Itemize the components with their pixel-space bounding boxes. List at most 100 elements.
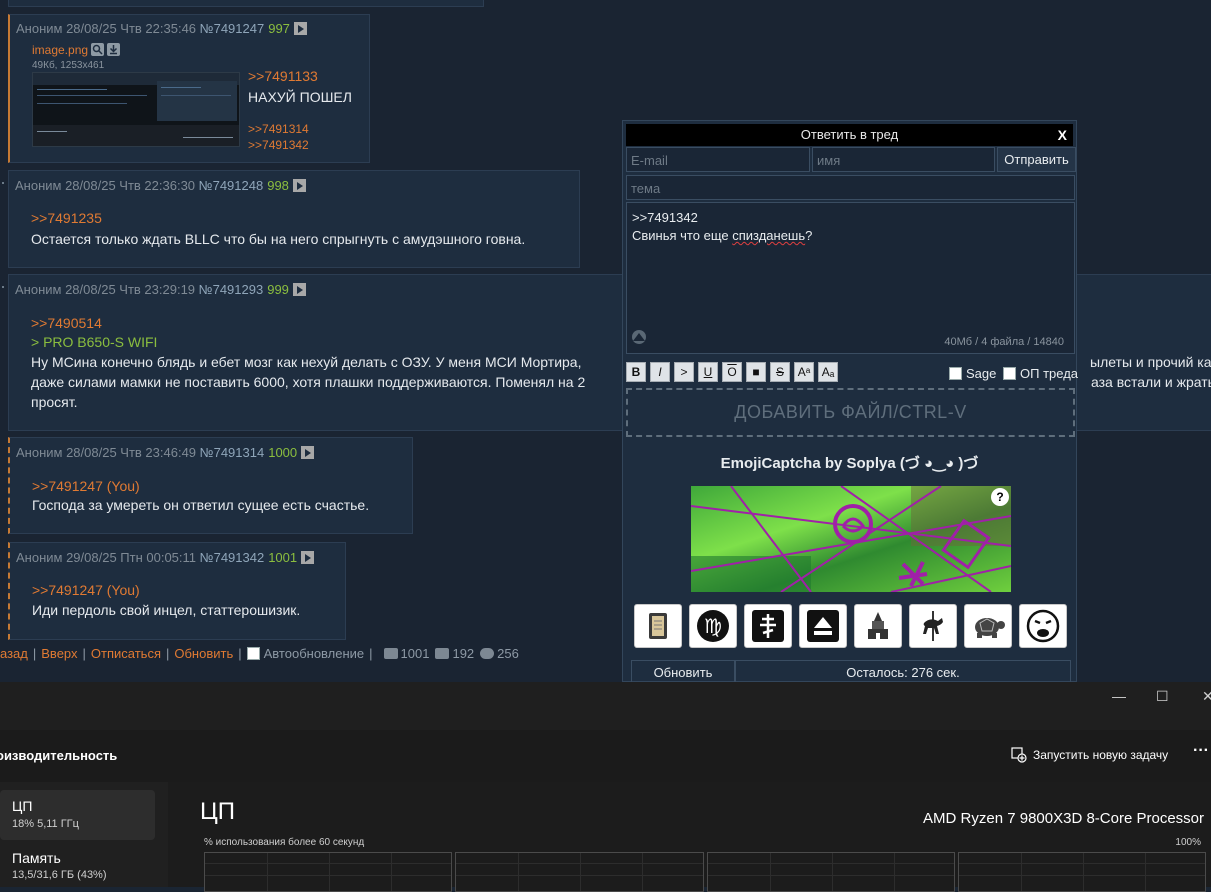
sidebar-item-memory[interactable]: Память 13,5/31,6 ГБ (43%) — [0, 844, 155, 889]
reply-link[interactable]: >>7490514 — [31, 315, 102, 331]
file-dropzone[interactable]: ДОБАВИТЬ ФАЙЛ/CTRL-V — [626, 388, 1075, 437]
post-count: 1001 — [268, 550, 298, 565]
captcha-title: EmojiCaptcha by Soplya (づ ◕‿◕ )づ — [720, 455, 979, 472]
post-number[interactable]: №7491314 — [200, 445, 265, 460]
reply-link[interactable]: >>7491235 — [31, 210, 102, 226]
post-author-date: Аноним 28/08/25 Чтв 23:46:49 — [16, 445, 197, 460]
post-number[interactable]: №7491293 — [199, 282, 264, 297]
post-author-date: Аноним 28/08/25 Чтв 22:36:30 — [15, 178, 196, 193]
cpu-core-graph — [204, 852, 452, 892]
svg-text:♍: ♍ — [704, 614, 722, 638]
bold-button[interactable]: B — [626, 362, 646, 382]
close-window-button[interactable]: ✕ — [1202, 688, 1211, 705]
title-bar[interactable]: — ☐ ✕ — [0, 682, 1211, 730]
refresh-link[interactable]: Обновить — [174, 646, 233, 661]
virgo-icon[interactable]: ♍ — [689, 604, 737, 648]
captcha-refresh-button[interactable]: Обновить — [631, 660, 735, 684]
users-icon — [480, 648, 495, 659]
post-7491314: Аноним 28/08/25 Чтв 23:46:49 №7491314 100… — [8, 437, 413, 534]
utilization-max: 100% — [1175, 837, 1201, 848]
reply-link[interactable]: >>7491133 — [248, 68, 318, 84]
sidebar-item-label: Память — [12, 850, 61, 866]
subscript-button[interactable]: Aₐ — [818, 362, 838, 382]
post-count: 998 — [267, 178, 289, 193]
message-textarea[interactable]: >>7491342 Свинья что еще спизданешь? 40М… — [626, 202, 1075, 354]
post-author-date: Аноним 28/08/25 Чтв 22:35:46 — [16, 21, 197, 36]
email-field[interactable]: E-mail — [626, 147, 810, 172]
new-task-icon[interactable] — [1011, 747, 1027, 768]
turtle-icon[interactable] — [964, 604, 1012, 648]
reply-link[interactable]: >>7491247 (You) — [32, 478, 140, 494]
post-number[interactable]: №7491342 — [200, 550, 265, 565]
download-icon[interactable] — [107, 43, 121, 56]
play-icon[interactable] — [301, 446, 315, 459]
superscript-button[interactable]: Aᵃ — [794, 362, 814, 382]
file-name-link[interactable]: image.png — [32, 43, 88, 57]
sage-spoiler-icon[interactable] — [630, 329, 648, 350]
post-count: 999 — [267, 282, 289, 297]
autorefresh-checkbox[interactable] — [246, 647, 260, 660]
image-thumbnail[interactable] — [32, 72, 240, 147]
file-info: image.png — [32, 41, 121, 59]
op-option[interactable]: ОП треда — [1003, 366, 1078, 381]
sidebar-item-stats: 13,5/31,6 ГБ (43%) — [12, 869, 107, 881]
utilization-label: % использования более 60 секунд — [204, 837, 365, 848]
unsubscribe-link[interactable]: Отписаться — [91, 646, 161, 661]
post-text: НАХУЙ ПОШЕЛ — [248, 89, 352, 105]
submit-button[interactable]: Отправить — [997, 147, 1076, 172]
post-text: Господа за умереть он ответил сущее есть… — [32, 497, 370, 513]
cpu-core-graph — [958, 852, 1206, 892]
sage-option[interactable]: Sage — [949, 366, 996, 381]
post-author-date: Аноним 28/08/25 Чтв 23:29:19 — [15, 282, 196, 297]
weary-face-icon[interactable] — [1019, 604, 1067, 648]
post-text-line: даже силами мамки не поставить 6000, хот… — [31, 374, 586, 390]
hindu-temple-icon[interactable] — [854, 604, 902, 648]
play-icon[interactable] — [293, 22, 307, 35]
search-icon[interactable] — [91, 43, 105, 56]
overline-button[interactable]: O — [722, 362, 742, 382]
underline-button[interactable]: U — [698, 362, 718, 382]
eject-icon[interactable] — [799, 604, 847, 648]
back-link[interactable]: азад — [0, 646, 28, 661]
captcha-help-button[interactable]: ? — [991, 488, 1009, 506]
autorefresh-label: Автообновление — [263, 646, 365, 661]
orthodox-cross-icon[interactable] — [744, 604, 792, 648]
minimize-button[interactable]: — — [1112, 688, 1126, 704]
sage-checkbox[interactable] — [949, 367, 962, 380]
reply-form: Ответить в тред X E-mail имя Отправить т… — [622, 120, 1078, 684]
post-author-date: Аноним 29/08/25 Птн 00:05:11 — [16, 550, 197, 565]
carousel-horse-icon[interactable] — [909, 604, 957, 648]
reply-link[interactable]: >>7491247 (You) — [32, 582, 140, 598]
strike-button[interactable]: S — [770, 362, 790, 382]
close-button[interactable]: X — [1058, 124, 1067, 146]
reply-form-title-bar[interactable]: Ответить в тред X — [626, 124, 1073, 146]
images-count: 192 — [452, 646, 475, 661]
play-icon[interactable] — [292, 283, 306, 296]
up-link[interactable]: Вверх — [41, 646, 77, 661]
post-number[interactable]: №7491248 — [199, 178, 264, 193]
sidebar-item-label: ЦП — [12, 798, 33, 814]
sidebar-item-stats: 18% 5,11 ГГц — [12, 818, 79, 830]
more-options-button[interactable]: ··· — [1193, 742, 1209, 760]
spoiler-button[interactable]: ■ — [746, 362, 766, 382]
play-icon[interactable] — [292, 179, 306, 192]
op-checkbox[interactable] — [1003, 367, 1016, 380]
name-field[interactable]: имя — [812, 147, 995, 172]
maximize-button[interactable]: ☐ — [1156, 688, 1169, 705]
post-number[interactable]: №7491247 — [200, 21, 265, 36]
sidebar-item-cpu[interactable]: ЦП 18% 5,11 ГГц — [0, 790, 155, 840]
posts-count: 1001 — [400, 646, 430, 661]
subject-field[interactable]: тема — [626, 175, 1075, 200]
quote-button[interactable]: > — [674, 362, 694, 382]
message-limits: 40Мб / 4 файла / 14840 — [944, 336, 1064, 348]
backlink[interactable]: >>7491342 — [248, 138, 309, 152]
notebook-icon[interactable] — [634, 604, 682, 648]
backlink[interactable]: >>7491314 — [248, 122, 309, 136]
italic-button[interactable]: I — [650, 362, 670, 382]
thread-navbar: азад | Вверх | Отписаться | Обновить | Автообнов… — [0, 646, 519, 661]
new-task-button[interactable]: Запустить новую задачу — [1033, 748, 1168, 762]
post-text: Остается только ждать BLLC что бы на нег… — [31, 231, 526, 247]
play-icon[interactable] — [301, 551, 315, 564]
cpu-title: ЦП — [200, 798, 236, 825]
post-count: 1000 — [268, 445, 298, 460]
